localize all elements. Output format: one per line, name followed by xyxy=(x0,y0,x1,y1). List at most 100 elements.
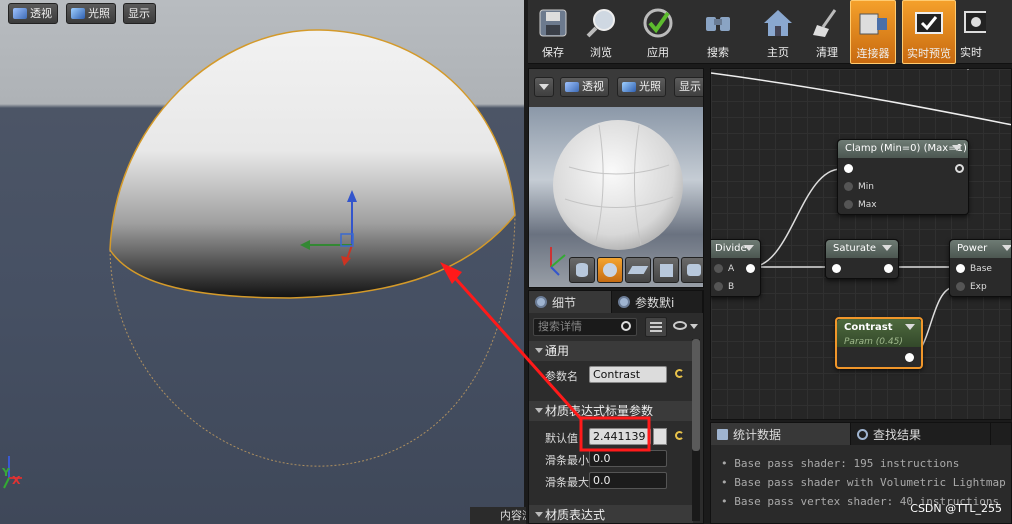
connector-label: 连接器 xyxy=(856,47,890,60)
live-preview-button[interactable]: 实时预览 xyxy=(902,0,956,64)
show-button[interactable]: 显示 xyxy=(123,3,156,24)
param-name-field[interactable]: Contrast xyxy=(589,366,667,383)
console-icon xyxy=(717,428,728,440)
tab-parameter-defaults[interactable]: 参数默i xyxy=(612,291,703,313)
tab-stats[interactable]: 统计数据 xyxy=(711,423,851,445)
clamp-output-pin[interactable] xyxy=(955,164,969,174)
lit-label: 光照 xyxy=(88,7,110,20)
save-button[interactable]: 保存 xyxy=(528,0,578,64)
details-scrollbar[interactable] xyxy=(692,339,700,521)
live-label: 实时 xyxy=(960,46,982,59)
section-scalar-parameter[interactable]: 材质表达式标量参数 xyxy=(529,401,693,421)
live-preview-label: 实时预览 xyxy=(907,47,951,60)
clamp-min-pin[interactable]: Min xyxy=(844,182,874,192)
preview-show-button[interactable]: 显示 xyxy=(674,77,703,97)
main-viewport[interactable]: 透视 光照 显示 Y X xyxy=(0,0,524,524)
contrast-param-node[interactable]: Contrast Param (0.45) xyxy=(835,317,923,369)
divide-node[interactable]: Divide A B xyxy=(711,239,761,297)
preview-lit-button[interactable]: 光照 xyxy=(617,77,666,97)
find-label: 搜索 xyxy=(707,46,729,59)
tab-details-label: 细节 xyxy=(552,295,577,310)
clamp-node[interactable]: Clamp (Min=0) (Max=1) Min Max xyxy=(837,139,969,215)
perspective-button[interactable]: 透视 xyxy=(8,3,58,24)
clamp-min-label: Min xyxy=(858,182,874,192)
power-node[interactable]: Power Base Exp xyxy=(949,239,1011,297)
preview-lit-label: 光照 xyxy=(639,80,661,93)
divide-output-pin[interactable] xyxy=(746,264,760,274)
view-options-button[interactable] xyxy=(645,317,667,337)
mesh-shape-button[interactable] xyxy=(681,257,703,283)
section-material-expression[interactable]: 材质表达式 xyxy=(529,505,693,523)
contrast-node-title: Contrast xyxy=(844,322,893,333)
world-axis-y-label: Y xyxy=(2,466,10,479)
power-base-label: Base xyxy=(970,264,992,274)
home-button[interactable]: 主页 xyxy=(752,0,804,64)
live-button[interactable]: 实时 xyxy=(956,0,986,64)
clamp-max-pin[interactable]: Max xyxy=(844,200,877,210)
clamp-input-pin[interactable] xyxy=(844,164,858,174)
reset-arrow-icon[interactable] xyxy=(675,369,684,378)
slider-max-label: 滑条最大 xyxy=(545,476,589,489)
search-icon xyxy=(621,321,631,331)
section-general-label: 通用 xyxy=(545,344,570,358)
content-browser-tab[interactable]: 内容浏览器2 xyxy=(470,507,526,524)
contrast-node-header: Contrast Param (0.45) xyxy=(837,319,921,347)
find-button[interactable]: 搜索 xyxy=(692,0,744,64)
material-preview-panel[interactable]: 透视 光照 显示 xyxy=(528,68,704,288)
perspective-icon xyxy=(565,82,579,92)
material-graph[interactable]: Clamp (Min=0) (Max=1) Min Max Divide A B… xyxy=(710,68,1012,420)
divide-a-pin[interactable]: A xyxy=(714,264,734,274)
contrast-output-pin[interactable] xyxy=(905,353,919,363)
lit-button[interactable]: 光照 xyxy=(66,3,116,24)
divide-b-pin[interactable]: B xyxy=(714,282,734,292)
save-label: 保存 xyxy=(542,46,564,59)
saturate-output-pin[interactable] xyxy=(884,264,898,274)
live-preview-icon xyxy=(912,7,946,41)
power-node-title: Power xyxy=(950,240,1011,258)
browse-label: 浏览 xyxy=(590,46,612,59)
slider-max-row: 滑条最大 0.0 xyxy=(529,471,693,491)
saturate-node[interactable]: Saturate xyxy=(825,239,899,279)
cube-shape-button[interactable] xyxy=(653,257,679,283)
slider-max-field[interactable]: 0.0 xyxy=(589,472,667,489)
preview-perspective-button[interactable]: 透视 xyxy=(560,77,609,97)
cube-icon xyxy=(659,263,673,277)
default-value-label: 默认值 xyxy=(545,432,578,445)
reset-arrow-icon[interactable] xyxy=(675,431,684,440)
home-label: 主页 xyxy=(767,46,789,59)
content-browser-label: 内容浏览器2 xyxy=(500,509,526,522)
preview-menu-button[interactable] xyxy=(534,77,554,97)
tab-find-results[interactable]: 查找结果 xyxy=(851,423,991,445)
plane-shape-button[interactable] xyxy=(625,257,651,283)
live-icon xyxy=(960,6,986,40)
search-icon xyxy=(857,428,868,440)
clean-button[interactable]: 清理 xyxy=(804,0,850,64)
show-label: 显示 xyxy=(128,7,150,20)
apply-button[interactable]: 应用 xyxy=(632,0,684,64)
home-icon xyxy=(761,6,795,40)
power-exp-pin[interactable]: Exp xyxy=(956,282,987,292)
sphere-shape-button[interactable] xyxy=(597,257,623,283)
cylinder-shape-button[interactable] xyxy=(569,257,595,283)
chevron-down-icon[interactable] xyxy=(690,324,698,333)
browse-button[interactable]: 浏览 xyxy=(578,0,624,64)
slider-min-field[interactable]: 0.0 xyxy=(589,450,667,467)
param-name-label: 参数名 xyxy=(545,370,578,383)
preview-axis-gizmo xyxy=(550,247,566,276)
details-tabbar: 细节 参数默i xyxy=(529,291,703,313)
divide-a-label: A xyxy=(728,264,735,274)
chevron-down-icon xyxy=(539,84,549,95)
tab-parameter-defaults-label: 参数默i xyxy=(635,295,675,310)
clamp-max-label: Max xyxy=(858,200,877,210)
power-base-pin[interactable]: Base xyxy=(956,264,992,274)
tab-details[interactable]: 细节 xyxy=(529,291,613,313)
preview-perspective-label: 透视 xyxy=(582,80,604,93)
saturate-input-pin[interactable] xyxy=(832,264,846,274)
eye-icon[interactable] xyxy=(673,321,687,330)
default-value-field[interactable]: 2.441139 xyxy=(589,428,651,445)
connector-button[interactable]: 连接器 xyxy=(850,0,896,64)
slider-drag-icon[interactable] xyxy=(653,428,667,445)
stats-line: • Base pass shader with Volumetric Light… xyxy=(721,476,1006,489)
perspective-label: 透视 xyxy=(30,7,52,20)
section-general[interactable]: 通用 xyxy=(529,341,693,361)
